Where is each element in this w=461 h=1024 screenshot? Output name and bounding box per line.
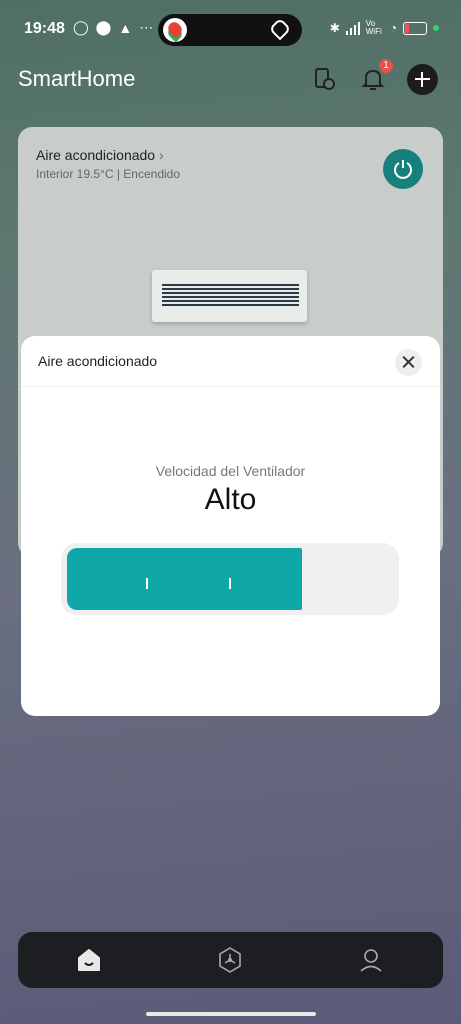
- air-conditioner-illustration: [152, 270, 307, 322]
- device-name[interactable]: Aire acondicionado ›: [36, 147, 164, 163]
- divider: [21, 386, 440, 387]
- scene-icon[interactable]: [214, 944, 246, 976]
- privacy-indicator-icon: [433, 25, 439, 31]
- slider-fill[interactable]: [67, 548, 302, 610]
- status-bar: 19:48 ◯ ⬤ ▲ ⋯ ✱ Vo WiFi ◔: [0, 0, 461, 58]
- battery-icon: [403, 21, 427, 35]
- google-maps-icon[interactable]: [163, 18, 187, 42]
- gesture-bar[interactable]: [146, 1012, 316, 1016]
- app-title: SmartHome: [18, 66, 136, 91]
- dynamic-island[interactable]: [158, 14, 302, 46]
- close-icon[interactable]: [395, 349, 422, 376]
- wifi-icon: ◔: [389, 21, 397, 35]
- notification-badge: 1: [379, 59, 393, 73]
- navigation-icon: ▲: [118, 19, 133, 36]
- add-device-button[interactable]: [407, 64, 438, 95]
- notification-icons: ◯ ⬤ ▲ ⋯: [73, 19, 153, 36]
- location-pin-icon: [268, 17, 292, 41]
- signal-icon: [345, 21, 360, 35]
- fan-speed-label: Velocidad del Ventilador: [155, 463, 306, 479]
- slider-tick: [146, 578, 148, 589]
- modal-title: Aire acondicionado: [38, 353, 158, 369]
- vowifi-label: Vo WiFi: [365, 19, 382, 36]
- device-manage-icon[interactable]: [309, 64, 339, 94]
- location-icon: ⬤: [95, 19, 112, 35]
- fan-speed-value: Alto: [204, 483, 257, 516]
- bottom-navigation: [18, 932, 443, 988]
- power-button[interactable]: [383, 149, 423, 189]
- profile-icon[interactable]: [355, 944, 387, 976]
- device-status: Interior 19.5°C | Encendido: [36, 167, 180, 181]
- power-icon: [394, 160, 412, 179]
- slider-tick: [229, 578, 231, 589]
- system-icons: ✱ Vo WiFi ◔: [330, 20, 439, 36]
- fan-speed-slider[interactable]: [61, 543, 399, 615]
- more-icon: ⋯: [139, 19, 154, 35]
- status-time: 19:48: [24, 20, 65, 37]
- bluetooth-icon: ✱: [329, 21, 340, 35]
- whatsapp-icon: ◯: [73, 19, 89, 35]
- home-icon[interactable]: [73, 944, 105, 976]
- chevron-right-icon: ›: [158, 147, 164, 163]
- fan-speed-modal: Aire acondicionado Velocidad del Ventila…: [21, 336, 440, 716]
